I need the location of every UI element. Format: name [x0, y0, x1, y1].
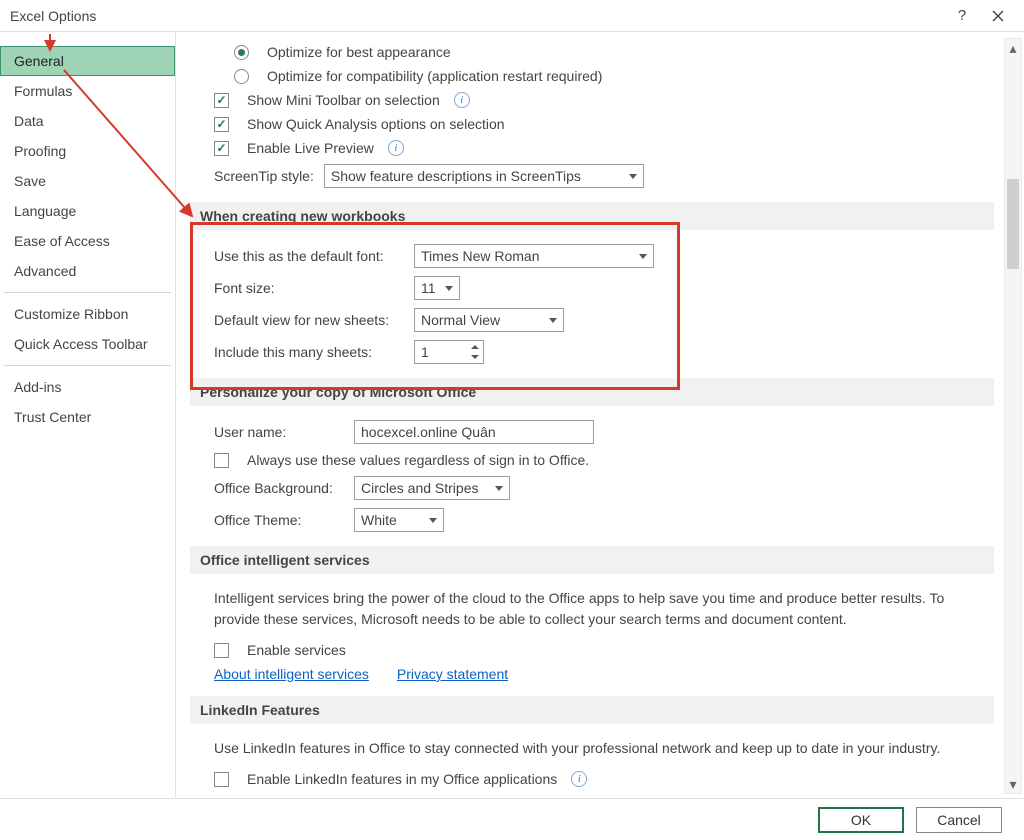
info-icon[interactable]: i: [388, 140, 404, 156]
check-label: Show Mini Toolbar on selection: [247, 92, 440, 108]
check-mini-toolbar[interactable]: Show Mini Toolbar on selection i: [190, 88, 994, 112]
sidebar-item-customize-ribbon[interactable]: Customize Ribbon: [0, 299, 175, 329]
sheets-count-spinner[interactable]: 1: [414, 340, 484, 364]
dropdown-value: Circles and Stripes: [361, 480, 479, 496]
section-intelligent: Office intelligent services: [190, 546, 994, 574]
default-view-label: Default view for new sheets:: [214, 312, 404, 328]
sidebar-item-formulas[interactable]: Formulas: [0, 76, 175, 106]
checkbox-icon: [214, 643, 229, 658]
sidebar-item-proofing[interactable]: Proofing: [0, 136, 175, 166]
spinner-value: 1: [421, 344, 429, 360]
info-icon[interactable]: i: [454, 92, 470, 108]
default-font-label: Use this as the default font:: [214, 248, 404, 264]
sheets-count-label: Include this many sheets:: [214, 344, 404, 360]
sidebar-item-general[interactable]: General: [0, 46, 175, 76]
check-label: Enable services: [247, 642, 346, 658]
dialog-footer: OK Cancel: [0, 798, 1024, 840]
link-about-intelligent[interactable]: About intelligent services: [214, 666, 369, 682]
sidebar-separator: [4, 292, 171, 293]
linkedin-desc: Use LinkedIn features in Office to stay …: [190, 734, 994, 767]
sidebar-item-language[interactable]: Language: [0, 196, 175, 226]
checkbox-icon: [214, 117, 229, 132]
section-workbooks: When creating new workbooks: [190, 202, 994, 230]
titlebar: Excel Options ?: [0, 0, 1024, 32]
help-icon[interactable]: ?: [944, 0, 980, 32]
input-value: hocexcel.online Quân: [361, 424, 496, 440]
check-live-preview[interactable]: Enable Live Preview i: [190, 136, 994, 160]
font-size-row: Font size: 11: [190, 272, 994, 304]
dropdown-value: 11: [421, 280, 436, 296]
screentip-dropdown[interactable]: Show feature descriptions in ScreenTips: [324, 164, 644, 188]
sidebar-item-advanced[interactable]: Advanced: [0, 256, 175, 286]
sidebar-item-add-ins[interactable]: Add-ins: [0, 372, 175, 402]
sidebar-item-data[interactable]: Data: [0, 106, 175, 136]
sidebar-item-ease-of-access[interactable]: Ease of Access: [0, 226, 175, 256]
radio-label: Optimize for compatibility (application …: [267, 68, 602, 84]
check-enable-linkedin[interactable]: Enable LinkedIn features in my Office ap…: [190, 767, 994, 791]
dropdown-value: White: [361, 512, 397, 528]
font-size-label: Font size:: [214, 280, 404, 296]
dropdown-value: Times New Roman: [421, 248, 540, 264]
check-always-use-values[interactable]: Always use these values regardless of si…: [190, 448, 994, 472]
checkbox-icon: [214, 772, 229, 787]
content-pane: Optimize for best appearance Optimize fo…: [190, 40, 1004, 798]
radio-optimize-best[interactable]: Optimize for best appearance: [190, 40, 994, 64]
sidebar-item-quick-access-toolbar[interactable]: Quick Access Toolbar: [0, 329, 175, 359]
section-linkedin: LinkedIn Features: [190, 696, 994, 724]
office-bg-label: Office Background:: [214, 480, 344, 496]
office-theme-dropdown[interactable]: White: [354, 508, 444, 532]
check-label: Always use these values regardless of si…: [247, 452, 589, 468]
office-bg-row: Office Background: Circles and Stripes: [190, 472, 994, 504]
username-row: User name: hocexcel.online Quân: [190, 416, 994, 448]
username-input[interactable]: hocexcel.online Quân: [354, 420, 594, 444]
checkbox-icon: [214, 141, 229, 156]
check-label: Show Quick Analysis options on selection: [247, 116, 505, 132]
checkbox-icon: [214, 453, 229, 468]
font-size-dropdown[interactable]: 11: [414, 276, 460, 300]
check-quick-analysis[interactable]: Show Quick Analysis options on selection: [190, 112, 994, 136]
sheets-count-row: Include this many sheets: 1: [190, 336, 994, 368]
check-label: Enable Live Preview: [247, 140, 374, 156]
scrollbar[interactable]: ▴ ▾: [1004, 38, 1022, 794]
section-personalize: Personalize your copy of Microsoft Offic…: [190, 378, 994, 406]
sidebar: General Formulas Data Proofing Save Lang…: [0, 32, 176, 798]
window-title: Excel Options: [10, 8, 944, 24]
default-view-dropdown[interactable]: Normal View: [414, 308, 564, 332]
radio-icon: [234, 45, 249, 60]
intelligent-desc: Intelligent services bring the power of …: [190, 584, 994, 638]
dropdown-value: Normal View: [421, 312, 500, 328]
sidebar-separator: [4, 365, 171, 366]
radio-label: Optimize for best appearance: [267, 44, 451, 60]
sidebar-item-save[interactable]: Save: [0, 166, 175, 196]
radio-icon: [234, 69, 249, 84]
ok-button[interactable]: OK: [818, 807, 904, 833]
screentip-label: ScreenTip style:: [214, 168, 314, 184]
scroll-down-arrow[interactable]: ▾: [1005, 775, 1021, 793]
intelligent-links: About intelligent services Privacy state…: [190, 662, 994, 686]
cancel-button[interactable]: Cancel: [916, 807, 1002, 833]
close-icon[interactable]: [980, 0, 1016, 32]
default-view-row: Default view for new sheets: Normal View: [190, 304, 994, 336]
spinner-buttons[interactable]: [468, 342, 482, 362]
check-enable-services[interactable]: Enable services: [190, 638, 994, 662]
username-label: User name:: [214, 424, 344, 440]
office-bg-dropdown[interactable]: Circles and Stripes: [354, 476, 510, 500]
link-privacy-statement[interactable]: Privacy statement: [397, 666, 508, 682]
office-theme-row: Office Theme: White: [190, 504, 994, 536]
screentip-row: ScreenTip style: Show feature descriptio…: [190, 160, 994, 192]
info-icon[interactable]: i: [571, 771, 587, 787]
scroll-up-arrow[interactable]: ▴: [1005, 39, 1021, 57]
default-font-row: Use this as the default font: Times New …: [190, 240, 994, 272]
radio-optimize-compat[interactable]: Optimize for compatibility (application …: [190, 64, 994, 88]
default-font-dropdown[interactable]: Times New Roman: [414, 244, 654, 268]
check-label: Enable LinkedIn features in my Office ap…: [247, 771, 557, 787]
sidebar-item-trust-center[interactable]: Trust Center: [0, 402, 175, 432]
checkbox-icon: [214, 93, 229, 108]
office-theme-label: Office Theme:: [214, 512, 344, 528]
dropdown-value: Show feature descriptions in ScreenTips: [331, 168, 581, 184]
scroll-thumb[interactable]: [1007, 179, 1019, 269]
